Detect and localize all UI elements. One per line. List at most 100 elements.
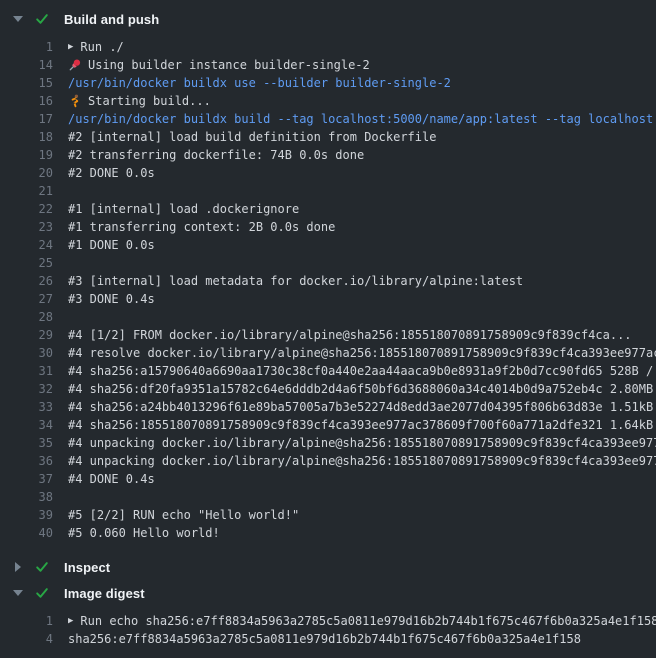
log-line: 20 #2 DONE 0.0s xyxy=(0,164,656,182)
line-number[interactable]: 25 xyxy=(0,254,53,272)
section-title: Image digest xyxy=(64,586,145,601)
line-text: Using builder instance builder-single-2 xyxy=(88,56,370,74)
section-header[interactable]: Image digest xyxy=(0,580,656,606)
line-text: #4 unpacking docker.io/library/alpine@sh… xyxy=(68,434,656,452)
line-number[interactable]: 16 xyxy=(0,92,53,110)
line-number[interactable]: 17 xyxy=(0,110,53,128)
line-number[interactable]: 4 xyxy=(0,630,53,648)
expand-run-icon[interactable]: ▶ xyxy=(68,612,73,630)
line-number[interactable]: 39 xyxy=(0,506,53,524)
log-line: 18 #2 [internal] load build definition f… xyxy=(0,128,656,146)
line-text: #3 DONE 0.4s xyxy=(68,290,155,308)
log-line: 29 #4 [1/2] FROM docker.io/library/alpin… xyxy=(0,326,656,344)
log-sections-container: Build and push 1 ▶Run ./ 14 Using builde… xyxy=(0,6,656,656)
line-text: Run echo sha256:e7ff8834a5963a2785c5a081… xyxy=(80,612,656,630)
line-number[interactable]: 1 xyxy=(0,612,53,630)
line-text: sha256:e7ff8834a5963a2785c5a0811e979d16b… xyxy=(68,630,581,648)
chevron-down-icon[interactable] xyxy=(10,16,26,22)
actions-log-viewer: { "glyphs": { "run_marker": "▶" }, "colo… xyxy=(0,0,656,658)
line-number[interactable]: 23 xyxy=(0,218,53,236)
log-line: 25 xyxy=(0,254,656,272)
section-body: 1 ▶ Run echo sha256:e7ff8834a5963a2785c5a… xyxy=(0,606,656,656)
log-line: 34 #4 sha256:185518070891758909c9f839cf4… xyxy=(0,416,656,434)
line-number[interactable]: 1 xyxy=(0,38,53,56)
log-line: 4 sha256:e7ff8834a5963a2785c5a0811e979d1… xyxy=(0,630,656,648)
line-number[interactable]: 32 xyxy=(0,380,53,398)
line-text: #1 DONE 0.0s xyxy=(68,236,155,254)
section-body: 1 ▶ Run ./ 14 Using builder instance buil… xyxy=(0,32,656,554)
line-number[interactable]: 30 xyxy=(0,344,53,362)
line-text: #4 sha256:185518070891758909c9f839cf4ca3… xyxy=(68,416,656,434)
line-text: #4 unpacking docker.io/library/alpine@sh… xyxy=(68,452,656,470)
log-line: 21 xyxy=(0,182,656,200)
pushpin-icon xyxy=(68,58,82,72)
log-line: 14 Using builder instance builder-single… xyxy=(0,56,656,74)
log-section-image-digest: Image digest 1 ▶ Run echo sha256:e7ff8834… xyxy=(0,580,656,656)
line-text: #2 transferring dockerfile: 74B 0.0s don… xyxy=(68,146,364,164)
line-text: #4 DONE 0.4s xyxy=(68,470,155,488)
success-check-icon xyxy=(34,586,50,600)
log-line: 28 xyxy=(0,308,656,326)
log-line: 17 /usr/bin/docker buildx build --tag lo… xyxy=(0,110,656,128)
log-line: 32 #4 sha256:df20fa9351a15782c64e6dddb2d… xyxy=(0,380,656,398)
line-text: #1 transferring context: 2B 0.0s done xyxy=(68,218,335,236)
runner-icon xyxy=(68,94,82,108)
line-text: #4 [1/2] FROM docker.io/library/alpine@s… xyxy=(68,326,632,344)
line-number[interactable]: 24 xyxy=(0,236,53,254)
success-check-icon xyxy=(34,560,50,574)
log-line: 36 #4 unpacking docker.io/library/alpine… xyxy=(0,452,656,470)
line-number[interactable]: 20 xyxy=(0,164,53,182)
line-number[interactable]: 26 xyxy=(0,272,53,290)
chevron-down-icon[interactable] xyxy=(10,590,26,596)
log-line: 39 #5 [2/2] RUN echo "Hello world!" xyxy=(0,506,656,524)
log-line: 30 #4 resolve docker.io/library/alpine@s… xyxy=(0,344,656,362)
line-number[interactable]: 37 xyxy=(0,470,53,488)
line-text: #4 sha256:df20fa9351a15782c64e6dddb2d4a6… xyxy=(68,380,656,398)
line-text: #2 [internal] load build definition from… xyxy=(68,128,436,146)
line-number[interactable]: 34 xyxy=(0,416,53,434)
line-text: Starting build... xyxy=(88,92,211,110)
line-number[interactable]: 33 xyxy=(0,398,53,416)
line-text: Run ./ xyxy=(80,38,123,56)
line-text: #1 [internal] load .dockerignore xyxy=(68,200,299,218)
log-section-inspect: Inspect xyxy=(0,554,656,580)
line-text: #4 sha256:a24bb4013296f61e89ba57005a7b3e… xyxy=(68,398,656,416)
line-number[interactable]: 31 xyxy=(0,362,53,380)
line-number[interactable]: 15 xyxy=(0,74,53,92)
line-number[interactable]: 28 xyxy=(0,308,53,326)
log-line: 1 ▶ Run ./ xyxy=(0,38,656,56)
log-line: 37 #4 DONE 0.4s xyxy=(0,470,656,488)
line-number[interactable]: 36 xyxy=(0,452,53,470)
success-check-icon xyxy=(34,12,50,26)
line-number[interactable]: 19 xyxy=(0,146,53,164)
line-number[interactable]: 22 xyxy=(0,200,53,218)
line-number[interactable]: 38 xyxy=(0,488,53,506)
chevron-right-icon[interactable] xyxy=(10,562,26,572)
line-number[interactable]: 35 xyxy=(0,434,53,452)
line-number[interactable]: 40 xyxy=(0,524,53,542)
log-line: 16 Starting build... xyxy=(0,92,656,110)
log-section-build-and-push: Build and push 1 ▶ Run ./ 14 Using builde… xyxy=(0,6,656,554)
log-line: 35 #4 unpacking docker.io/library/alpine… xyxy=(0,434,656,452)
line-number[interactable]: 29 xyxy=(0,326,53,344)
section-title: Build and push xyxy=(64,12,159,27)
log-line: 33 #4 sha256:a24bb4013296f61e89ba57005a7… xyxy=(0,398,656,416)
line-text: #2 DONE 0.0s xyxy=(68,164,155,182)
line-number[interactable]: 18 xyxy=(0,128,53,146)
log-line: 27 #3 DONE 0.4s xyxy=(0,290,656,308)
line-number[interactable]: 14 xyxy=(0,56,53,74)
line-text: /usr/bin/docker buildx use --builder bui… xyxy=(68,74,451,92)
line-text: #4 resolve docker.io/library/alpine@sha2… xyxy=(68,344,656,362)
log-line: 22 #1 [internal] load .dockerignore xyxy=(0,200,656,218)
line-text: #3 [internal] load metadata for docker.i… xyxy=(68,272,523,290)
expand-run-icon[interactable]: ▶ xyxy=(68,38,73,56)
section-header[interactable]: Inspect xyxy=(0,554,656,580)
line-text: #4 sha256:a15790640a6690aa1730c38cf0a440… xyxy=(68,362,656,380)
line-text: /usr/bin/docker buildx build --tag local… xyxy=(68,110,656,128)
log-line: 38 xyxy=(0,488,656,506)
section-header[interactable]: Build and push xyxy=(0,6,656,32)
line-text: #5 [2/2] RUN echo "Hello world!" xyxy=(68,506,299,524)
line-number[interactable]: 27 xyxy=(0,290,53,308)
section-title: Inspect xyxy=(64,560,110,575)
line-number[interactable]: 21 xyxy=(0,182,53,200)
